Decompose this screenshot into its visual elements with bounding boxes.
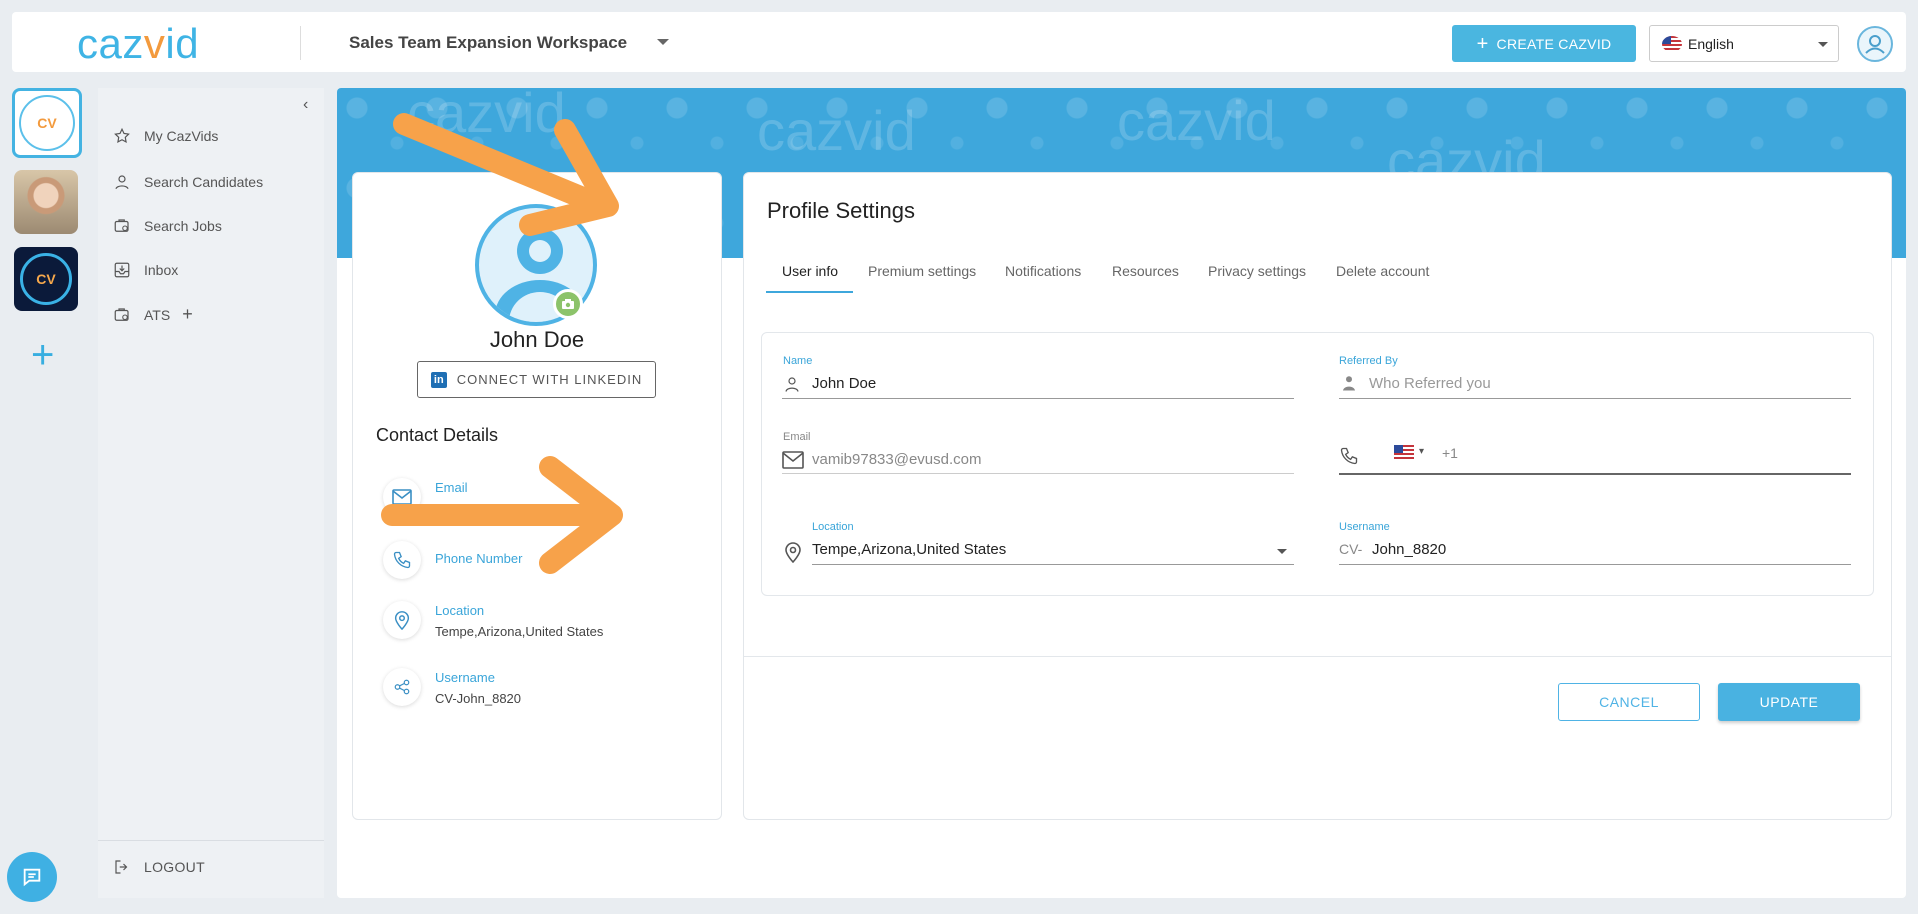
create-cazvid-button[interactable]: + CREATE CAZVID [1452,25,1636,62]
cazvid-logo[interactable]: cazvid [77,20,199,68]
ats-icon [112,305,132,325]
contact-username: Username CV-John_8820 [383,668,521,706]
person-icon [785,377,799,392]
referred-by-label: Referred By [1339,355,1398,367]
us-flag-icon [1394,445,1414,459]
location-pin-icon [785,542,801,563]
tab-privacy-settings[interactable]: Privacy settings [1208,263,1306,279]
phone-icon [1340,447,1358,465]
page-title: Profile Settings [767,198,915,223]
name-label: Name [783,355,813,367]
user-icon [1865,35,1885,54]
rail-user-photo[interactable] [14,170,78,234]
location-select[interactable]: Tempe,Arizona,United States [812,541,1006,558]
email-label: Email [783,431,811,443]
contact-location: Location Tempe,Arizona,United States [383,601,603,639]
username-input[interactable]: John_8820 [1372,541,1446,558]
rail-cazvid-dark[interactable]: CV [14,247,78,311]
sidebar-divider [98,840,324,841]
ats-add-icon[interactable]: + [182,304,193,325]
referrer-icon [1343,376,1355,391]
phone-input[interactable]: +1 [1442,445,1458,461]
workspace-selector[interactable]: Sales Team Expansion Workspace [349,33,627,53]
star-icon [112,126,132,146]
sidebar-item-search-jobs[interactable]: Search Jobs [112,216,222,236]
cv-play-icon: CV [19,95,75,151]
referred-field-line [1339,398,1851,399]
username-prefix: CV- [1339,541,1363,557]
chevron-down-icon [1818,42,1828,47]
chat-button[interactable] [7,852,57,902]
user-avatar[interactable] [1857,26,1893,62]
cv-play-icon: CV [20,253,72,305]
header-divider [300,26,301,60]
update-button[interactable]: UPDATE [1718,683,1860,721]
us-flag-icon [1662,35,1682,52]
referred-by-input[interactable]: Who Referred you [1369,375,1491,392]
location-label: Location [812,521,854,533]
linkedin-icon: in [430,371,447,388]
share-icon [383,668,421,706]
add-cazvid-icon[interactable]: + [31,335,54,375]
profile-name: John Doe [489,327,585,352]
tab-delete-account[interactable]: Delete account [1336,263,1429,279]
chevron-down-icon[interactable] [657,39,669,45]
sidebar-item-my-cazvids[interactable]: My CazVids [112,126,218,146]
inbox-icon [112,260,132,280]
email-field-line [782,473,1294,474]
person-icon [112,172,132,192]
tab-premium-settings[interactable]: Premium settings [868,263,976,279]
logout-icon [112,857,132,877]
sidebar-item-inbox[interactable]: Inbox [112,260,178,280]
plus-icon: + [1476,32,1489,55]
sidebar [98,88,324,898]
chevron-down-icon: ▾ [1419,446,1425,457]
sidebar-item-ats[interactable]: ATS + [112,304,193,325]
tab-resources[interactable]: Resources [1112,263,1179,279]
location-pin-icon [383,601,421,639]
connect-linkedin-button[interactable]: in CONNECT WITH LINKEDIN [417,361,656,398]
username-label: Username [1339,521,1390,533]
phone-field-line [1339,473,1851,475]
camera-icon[interactable] [553,289,583,319]
name-input[interactable]: John Doe [812,375,876,392]
logout-button[interactable]: LOGOUT [112,857,205,877]
annotation-arrow-icon [393,113,619,236]
language-select[interactable]: English [1649,25,1839,62]
name-field-line [782,398,1294,399]
annotation-arrow-icon [381,456,623,574]
briefcase-search-icon [112,216,132,236]
contact-details-title: Contact Details [376,425,499,445]
username-field-line [1339,564,1851,565]
email-input[interactable]: vamib97833@evusd.com [812,451,981,468]
mail-icon [782,451,804,469]
active-tab-indicator [766,291,853,293]
country-flag-select[interactable] [1394,445,1416,459]
collapse-sidebar-icon[interactable]: ‹ [303,96,308,114]
location-field-line [812,564,1294,565]
top-header: cazvid Sales Team Expansion Workspace + … [12,12,1906,72]
tab-notifications[interactable]: Notifications [1005,263,1081,279]
tab-user-info[interactable]: User info [782,263,838,279]
rail-cazvid-selected[interactable]: CV [12,88,82,158]
cancel-button[interactable]: CANCEL [1558,683,1700,721]
sidebar-item-search-candidates[interactable]: Search Candidates [112,172,263,192]
chat-icon [23,868,41,887]
form-footer-divider [744,656,1891,657]
chevron-down-icon[interactable] [1277,549,1287,554]
